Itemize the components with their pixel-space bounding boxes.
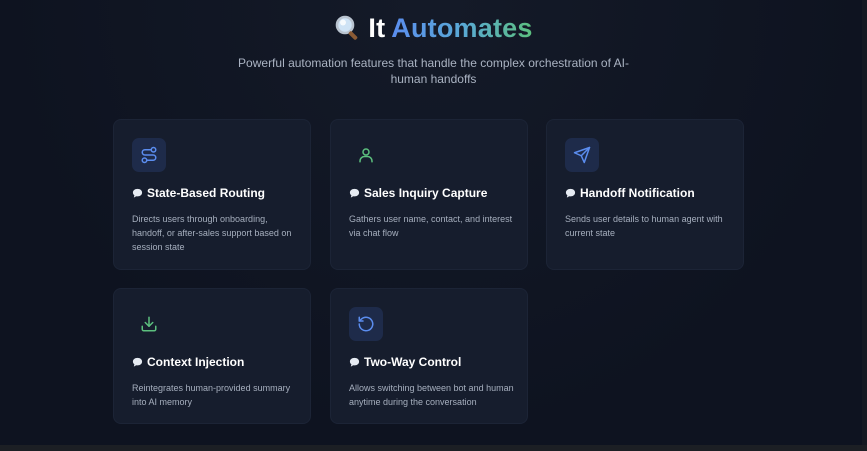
card-description: Gathers user name, contact, and interest… [349,214,513,238]
rotate-icon [349,307,383,341]
card-title-text: State-Based Routing [147,186,266,200]
download-icon [132,307,166,341]
feature-card-handoff-notification: Handoff Notification Sends user details … [546,119,744,270]
card-description: Directs users through onboarding, handof… [132,214,292,252]
speech-bubble-icon [132,357,143,367]
feature-card-context-injection: Context Injection Reintegrates human-pro… [113,288,311,424]
card-title: Two-Way Control [349,355,461,369]
user-icon [349,138,383,172]
feature-card-two-way-control: Two-Way Control Allows switching between… [330,288,528,424]
speech-bubble-icon [349,188,360,198]
speech-bubble-icon [349,357,360,367]
send-icon [565,138,599,172]
title-plain: It [368,13,386,43]
section-header: It Automates Powerful automation feature… [0,10,867,87]
card-title-text: Two-Way Control [364,355,462,369]
card-title-text: Context Injection [147,355,245,369]
card-description: Sends user details to human agent with c… [565,214,723,238]
bottom-edge [0,445,867,451]
card-description: Reintegrates human-provided summary into… [132,383,291,407]
magnifier-icon [334,14,362,42]
card-title: Handoff Notification [565,186,695,200]
card-description: Allows switching between bot and human a… [349,383,514,407]
feature-card-state-routing: State-Based Routing Directs users throug… [113,119,311,270]
card-title-text: Handoff Notification [580,186,695,200]
card-title-text: Sales Inquiry Capture [364,186,488,200]
speech-bubble-icon [132,188,143,198]
card-title: Sales Inquiry Capture [349,186,487,200]
page: It Automates Powerful automation feature… [0,0,867,445]
title-highlight: Automates [391,10,532,46]
feature-card-sales-inquiry: Sales Inquiry Capture Gathers user name,… [330,119,528,270]
card-title: State-Based Routing [132,186,265,200]
route-icon [132,138,166,172]
section-title: It Automates [334,10,532,46]
speech-bubble-icon [565,188,576,198]
scrollbar-track[interactable] [862,0,867,451]
card-title: Context Injection [132,355,244,369]
section-subtitle: Powerful automation features that handle… [238,56,629,86]
